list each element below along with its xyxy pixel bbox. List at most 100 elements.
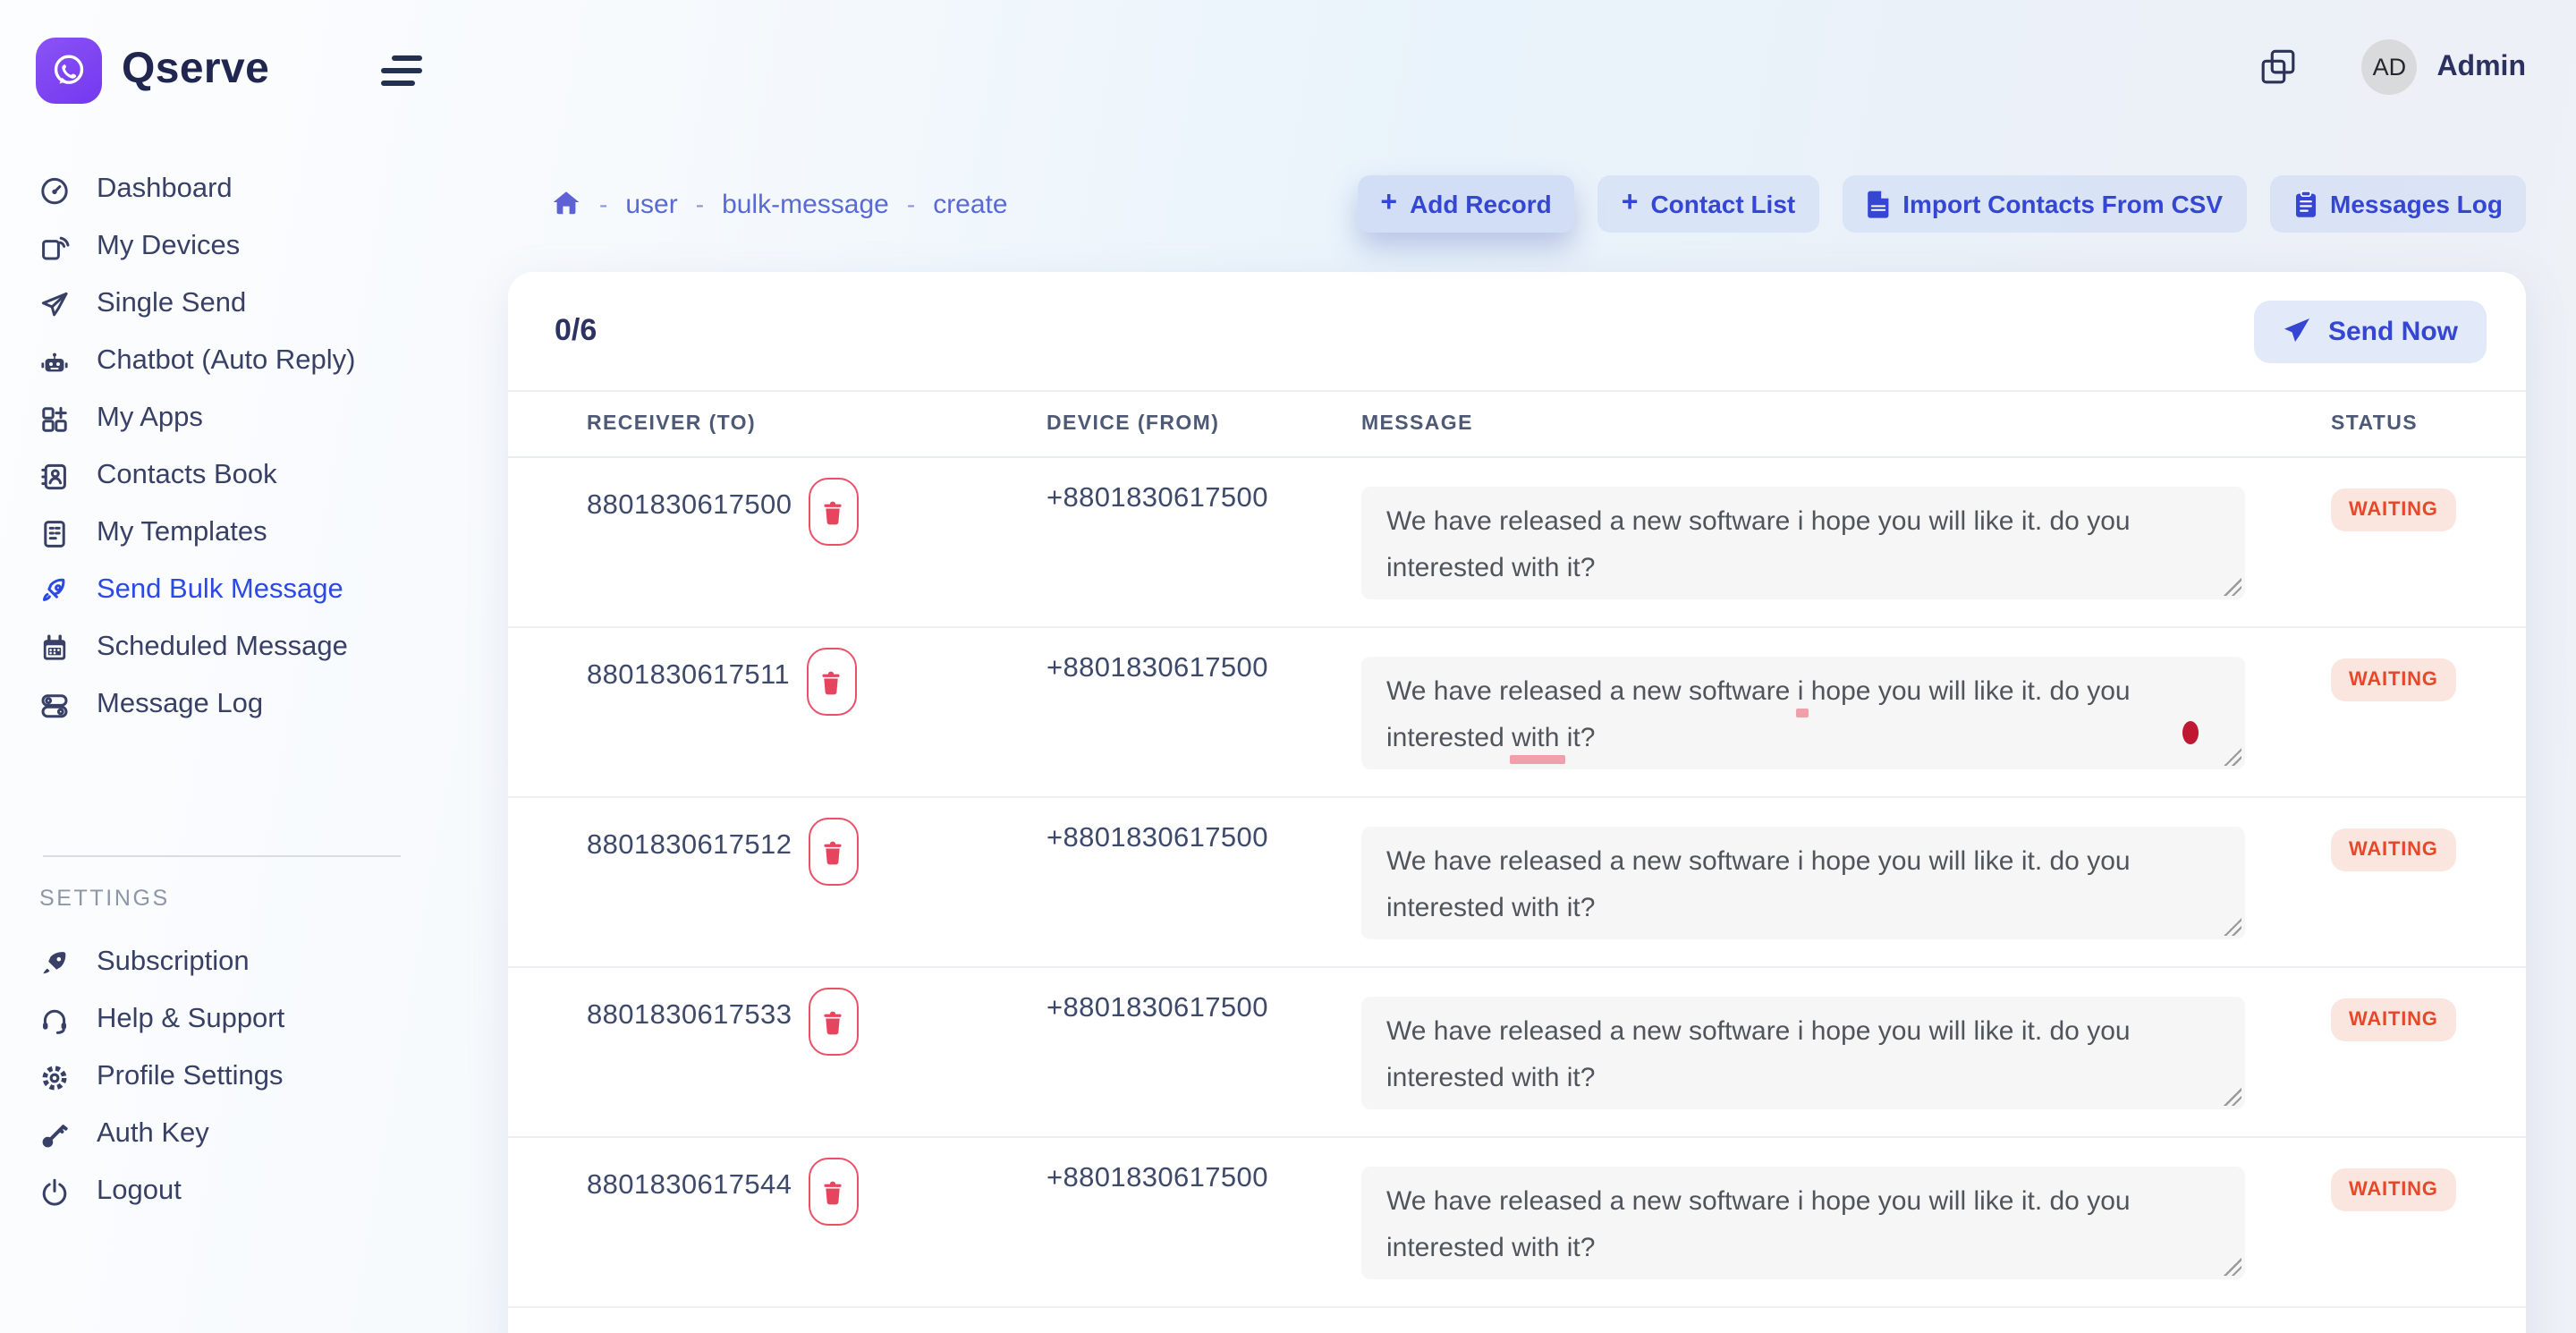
gear-icon	[38, 1061, 70, 1093]
sidebar-item-profile-settings[interactable]: Profile Settings	[0, 1049, 504, 1106]
toolbar: +Add Record+Contact ListImport Contacts …	[1357, 175, 2526, 233]
import-csv-button[interactable]: Import Contacts From CSV	[1842, 175, 2246, 233]
plane-icon	[38, 288, 70, 320]
breadcrumb-item-bulk-message[interactable]: bulk-message	[722, 189, 889, 219]
rocket-icon	[38, 574, 70, 607]
sidebar-item-label: Scheduled Message	[97, 632, 348, 664]
device-number: +8801830617500	[1046, 993, 1268, 1023]
delete-row-button[interactable]	[808, 988, 858, 1056]
contacts-icon	[38, 460, 70, 492]
add-record-button[interactable]: +Add Record	[1357, 175, 1574, 233]
plus-icon: +	[1380, 193, 1397, 215]
send-now-button[interactable]: Send Now	[2255, 300, 2487, 362]
column-header: DEVICE (FROM)	[1046, 413, 1361, 435]
device-number: +8801830617500	[1046, 823, 1268, 853]
sidebar-item-auth-key[interactable]: Auth Key	[0, 1106, 504, 1163]
status-badge: WAITING	[2331, 998, 2456, 1041]
message-textarea[interactable]: We have released a new software i hope y…	[1361, 827, 2245, 939]
table-row: 8801830617511 +8801830617500 We have rel…	[508, 628, 2526, 798]
device-number: +8801830617500	[1046, 653, 1268, 683]
sidebar-nav: Dashboard My Devices Single SendChatbot (A…	[0, 161, 504, 734]
delete-row-button[interactable]	[806, 648, 856, 716]
status-badge: WAITING	[2331, 658, 2456, 701]
toolbar-button-label: Import Contacts From CSV	[1902, 190, 2223, 218]
column-header: STATUS	[2331, 413, 2526, 435]
home-icon[interactable]	[551, 190, 581, 218]
gauge-icon	[38, 174, 70, 206]
menu-toggle-icon[interactable]	[381, 55, 422, 85]
brand: Qserve	[0, 0, 504, 111]
breadcrumb-item-user[interactable]: user	[625, 189, 677, 219]
user-name[interactable]: Admin	[2436, 51, 2526, 83]
message-textarea[interactable]: We have released a new software i hope y…	[1361, 657, 2245, 769]
table-row: 8801830617512 +8801830617500 We have rel…	[508, 798, 2526, 968]
status-badge: WAITING	[2331, 488, 2456, 531]
breadcrumb-separator: -	[599, 190, 607, 218]
table-header-row: RECEIVER (TO)DEVICE (FROM)MESSAGESTATUS	[508, 392, 2526, 458]
trash-icon	[819, 1008, 846, 1035]
sidebar-item-single-send[interactable]: Single Send	[0, 276, 504, 333]
app-title: Qserve	[122, 45, 269, 95]
sidebar-item-my-devices[interactable]: My Devices	[0, 218, 504, 276]
breadcrumb: -user-bulk-message-create	[551, 189, 1008, 219]
message-textarea[interactable]: We have released a new software i hope y…	[1361, 997, 2245, 1109]
settings-heading: SETTINGS	[39, 886, 504, 911]
trash-icon	[819, 498, 846, 525]
resize-handle[interactable]	[2224, 1258, 2241, 1276]
toolbar-button-label: Messages Log	[2330, 190, 2503, 218]
trash-icon	[819, 1178, 846, 1205]
progress-counter: 0/6	[555, 313, 597, 349]
device-icon	[38, 231, 70, 263]
sidebar-item-contacts-book[interactable]: Contacts Book	[0, 447, 504, 505]
sidebar-item-help-support[interactable]: Help & Support	[0, 991, 504, 1049]
receiver-number: 8801830617533	[587, 998, 792, 1034]
delete-row-button[interactable]	[808, 818, 858, 886]
sidebar-item-label: Profile Settings	[97, 1061, 284, 1093]
delete-row-button[interactable]	[808, 478, 858, 546]
sidebar-item-label: Auth Key	[97, 1118, 209, 1150]
column-header: RECEIVER (TO)	[587, 413, 1046, 435]
message-textarea[interactable]: We have released a new software i hope y…	[1361, 1167, 2245, 1279]
device-number: +8801830617500	[1046, 1163, 1268, 1193]
contact-list-button[interactable]: +Contact List	[1598, 175, 1818, 233]
sidebar-item-my-templates[interactable]: My Templates	[0, 505, 504, 562]
key-icon	[38, 1118, 70, 1150]
resize-handle[interactable]	[2224, 748, 2241, 766]
clipboard-icon	[2292, 190, 2318, 218]
sidebar-item-scheduled-message[interactable]: Scheduled Message	[0, 619, 504, 676]
sidebar-item-label: My Templates	[97, 517, 267, 549]
message-textarea[interactable]: We have released a new software i hope y…	[1361, 487, 2245, 599]
delete-row-button[interactable]	[808, 1158, 858, 1226]
table-row: 8801830617533 +8801830617500 We have rel…	[508, 968, 2526, 1138]
sidebar-item-message-log[interactable]: Message Log	[0, 676, 504, 734]
sidebar-item-send-bulk-message[interactable]: Send Bulk Message	[0, 562, 504, 619]
copy-icon[interactable]	[2259, 48, 2297, 86]
sidebar-item-chatbot[interactable]: Chatbot (Auto Reply)	[0, 333, 504, 390]
avatar[interactable]: AD	[2361, 39, 2417, 95]
sidebar-item-label: My Devices	[97, 231, 240, 263]
messages-log-button[interactable]: Messages Log	[2269, 175, 2526, 233]
card-header: 0/6 Send Now	[508, 272, 2526, 392]
resize-handle[interactable]	[2224, 1088, 2241, 1106]
sidebar-item-logout[interactable]: Logout	[0, 1163, 504, 1220]
table-body: 8801830617500 +8801830617500 We have rel…	[508, 458, 2526, 1308]
sidebar-item-label: Dashboard	[97, 174, 233, 206]
breadcrumb-separator: -	[696, 190, 704, 218]
sidebar-item-my-apps[interactable]: My Apps	[0, 390, 504, 447]
resize-handle[interactable]	[2224, 578, 2241, 596]
breadcrumb-item-create[interactable]: create	[933, 189, 1007, 219]
receiver-number: 8801830617500	[587, 488, 792, 524]
spellcheck-underline: with	[1512, 723, 1559, 753]
sidebar-item-label: Message Log	[97, 689, 263, 721]
calendar-icon	[38, 632, 70, 664]
sidebar-divider	[43, 855, 401, 857]
sidebar-item-label: My Apps	[97, 403, 203, 435]
sidebar-item-subscription[interactable]: Subscription	[0, 934, 504, 991]
resize-handle[interactable]	[2224, 918, 2241, 936]
breadcrumb-separator: -	[907, 190, 915, 218]
sidebar-item-dashboard[interactable]: Dashboard	[0, 161, 504, 218]
toolbar-button-label: Contact List	[1650, 190, 1795, 218]
csv-file-icon	[1865, 190, 1890, 218]
receiver-number: 8801830617512	[587, 828, 792, 864]
receiver-number: 8801830617544	[587, 1168, 792, 1204]
